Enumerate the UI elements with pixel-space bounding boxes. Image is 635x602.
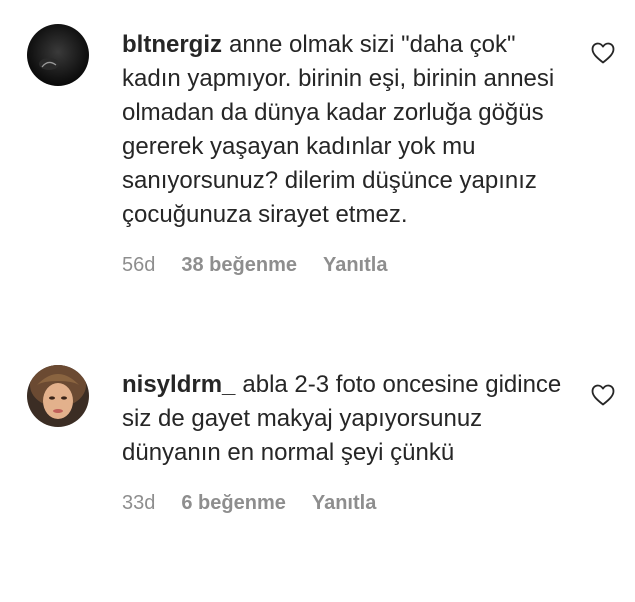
profile-photo-icon	[27, 365, 89, 427]
comment-age: 56d	[122, 254, 156, 276]
comment-body: nisyldrm_ abla 2-3 foto oncesine gidince …	[122, 368, 562, 515]
username[interactable]: nisyldrm_	[122, 371, 235, 398]
comment-body: bltnergiz anne olmak sizi "daha çok" kadı…	[122, 28, 562, 277]
reply-button[interactable]: Yanıtla	[323, 254, 387, 277]
profile-photo-icon	[27, 24, 89, 86]
likes-count[interactable]: 6 beğenme	[181, 492, 285, 515]
username[interactable]: bltnergiz	[122, 31, 222, 58]
heart-outline-icon[interactable]	[591, 42, 615, 64]
comment-content: anne olmak sizi "daha çok" kadın yapmıyo…	[122, 31, 555, 228]
comment-text: nisyldrm_ abla 2-3 foto oncesine gidince …	[122, 368, 562, 470]
avatar[interactable]	[27, 365, 89, 427]
comment-text: bltnergiz anne olmak sizi "daha çok" kadı…	[122, 28, 562, 232]
comment-meta: 33d 6 beğenme Yanıtla	[122, 492, 562, 515]
likes-count[interactable]: 38 beğenme	[181, 254, 297, 277]
comment-meta: 56d 38 beğenme Yanıtla	[122, 254, 562, 277]
reply-button[interactable]: Yanıtla	[312, 492, 376, 515]
comment-age: 33d	[122, 492, 156, 514]
heart-outline-icon[interactable]	[591, 384, 615, 406]
avatar[interactable]	[27, 24, 89, 86]
